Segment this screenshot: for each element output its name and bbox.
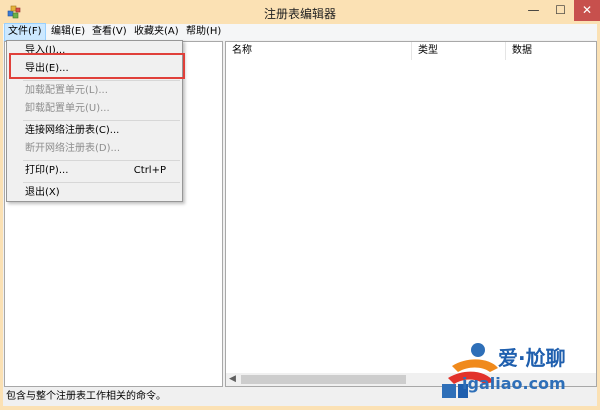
maximize-button[interactable]: ☐	[547, 0, 574, 21]
menu-separator	[23, 80, 180, 81]
window-title: 注册表编辑器	[263, 7, 336, 21]
menu-item-label: 断开网络注册表(D)...	[25, 143, 121, 154]
menu-separator	[23, 120, 180, 121]
menu-item-label: 打印(P)...	[25, 165, 69, 176]
menu-item-connect-network-registry[interactable]: 连接网络注册表(C)...	[7, 122, 182, 140]
registry-editor-window: 注册表编辑器 — ☐ ✕ 文件(F) 编辑(E) 查看(V) 收藏夹(A) 帮助…	[0, 0, 600, 410]
column-header-name[interactable]: 名称	[226, 42, 412, 60]
values-list-pane[interactable]: 名称 类型 数据 ◀	[225, 41, 597, 387]
menu-favorites[interactable]: 收藏夹(A)	[131, 24, 182, 40]
scrollbar-thumb[interactable]	[241, 375, 406, 384]
menu-item-label: 加载配置单元(L)...	[25, 85, 108, 96]
menu-file[interactable]: 文件(F)	[4, 23, 46, 41]
menu-item-load-hive[interactable]: 加载配置单元(L)...	[7, 82, 182, 100]
menu-separator	[23, 160, 180, 161]
menu-item-exit[interactable]: 退出(X)	[7, 184, 182, 202]
minimize-button[interactable]: —	[520, 0, 547, 21]
close-button[interactable]: ✕	[574, 0, 600, 21]
watermark-url: igaliao.com	[462, 374, 566, 393]
column-header-type[interactable]: 类型	[412, 42, 506, 60]
column-header-data[interactable]: 数据	[506, 42, 596, 60]
shortcut-label: Ctrl+P	[133, 165, 166, 176]
menu-view[interactable]: 查看(V)	[89, 24, 130, 40]
menu-help[interactable]: 帮助(H)	[183, 24, 224, 40]
export-highlight-annotation	[9, 53, 185, 79]
title-bar: 注册表编辑器 — ☐ ✕	[0, 0, 600, 24]
menu-item-unload-hive[interactable]: 卸载配置单元(U)...	[7, 100, 182, 118]
menu-item-label: 连接网络注册表(C)...	[25, 125, 120, 136]
watermark-logo: 爱·尬聊 igaliao.com	[428, 338, 598, 406]
menu-bar: 文件(F) 编辑(E) 查看(V) 收藏夹(A) 帮助(H)	[3, 23, 597, 41]
menu-item-label: 卸载配置单元(U)...	[25, 103, 110, 114]
menu-item-print[interactable]: 打印(P)... Ctrl+P	[7, 162, 182, 180]
menu-item-disconnect-network-registry[interactable]: 断开网络注册表(D)...	[7, 140, 182, 158]
scroll-left-icon[interactable]: ◀	[226, 373, 239, 386]
menu-item-label: 退出(X)	[25, 187, 60, 198]
watermark-title: 爱·尬聊	[498, 346, 566, 370]
menu-separator	[23, 182, 180, 183]
menu-edit[interactable]: 编辑(E)	[48, 24, 88, 40]
